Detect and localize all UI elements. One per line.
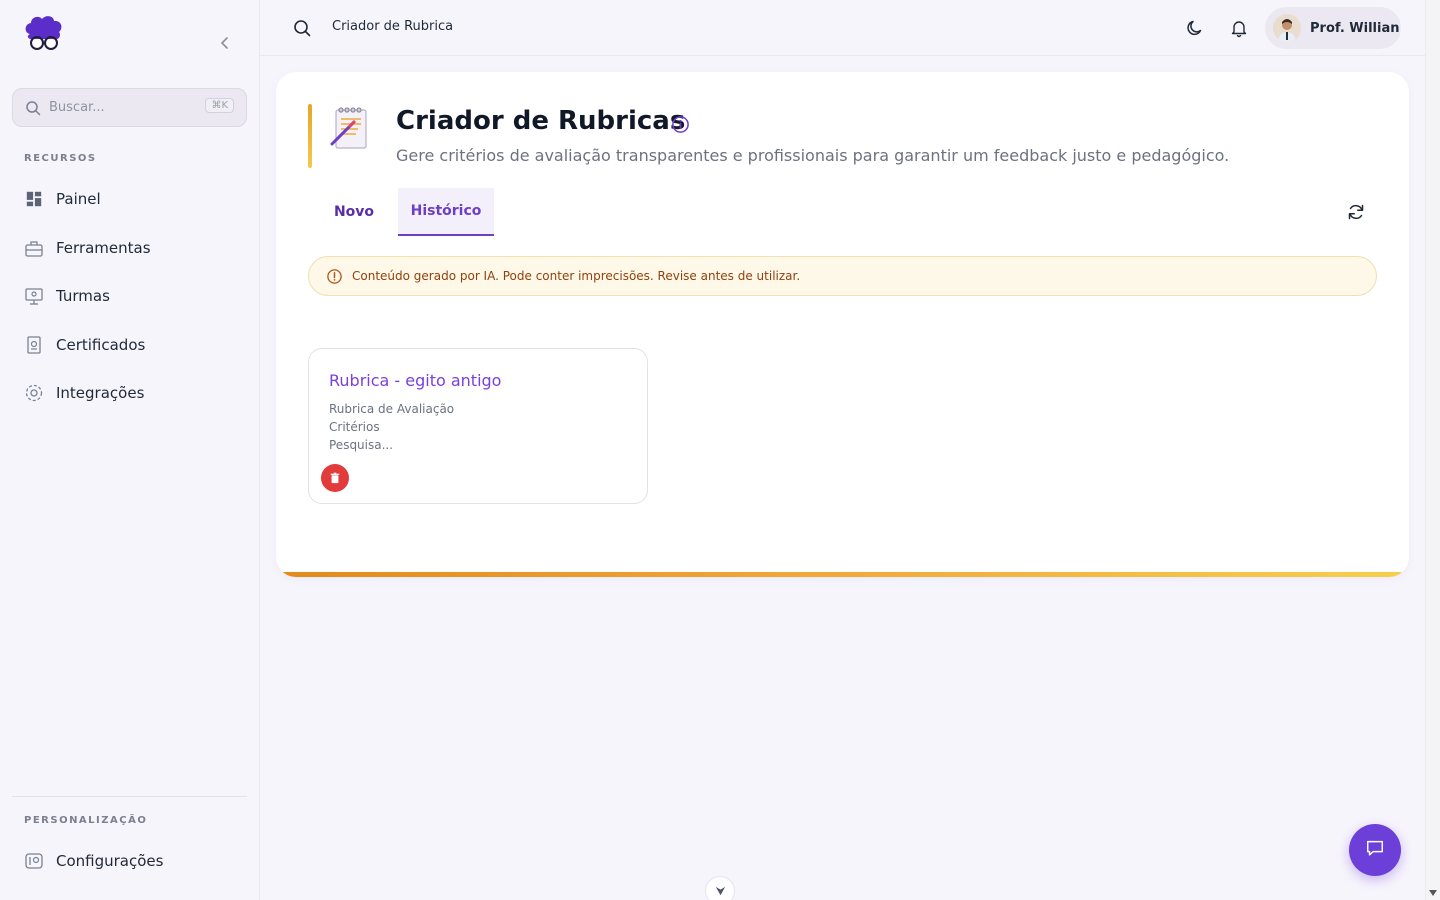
user-name: Prof. Willian	[1310, 20, 1400, 36]
shortcut-badge: ⌘K	[205, 98, 234, 113]
history-card-line: Rubrica de Avaliação	[329, 402, 455, 416]
refresh-icon[interactable]	[1346, 202, 1366, 222]
sidebar-item-certificados[interactable]: Certificados	[12, 325, 247, 365]
rubric-notepad-icon	[328, 104, 372, 152]
tab-novo[interactable]: Novo	[326, 188, 382, 236]
tab-historico[interactable]: Histórico	[398, 188, 494, 236]
settings-icon	[24, 851, 44, 871]
sidebar-search-input[interactable]	[49, 100, 189, 115]
brain-logo-icon[interactable]	[22, 14, 66, 52]
sidebar-divider	[12, 796, 247, 797]
page-scrollbar[interactable]	[1425, 0, 1440, 900]
sidebar-item-label: Ferramentas	[56, 239, 151, 257]
info-icon[interactable]	[671, 115, 690, 134]
trash-icon	[329, 469, 341, 488]
scroll-down-arrow-icon[interactable]	[1429, 890, 1437, 896]
sidebar-item-label: Certificados	[56, 336, 146, 354]
main-card: Criador de Rubricas Gere critérios de av…	[276, 72, 1409, 577]
avatar	[1273, 14, 1301, 42]
alert-circle-icon	[326, 268, 343, 285]
ai-warning-banner: Conteúdo gerado por IA. Pode conter impr…	[308, 256, 1377, 296]
title-accent-bar	[308, 104, 312, 168]
page-subtitle: Gere critérios de avaliação transparente…	[396, 146, 1230, 165]
sidebar-item-turmas[interactable]: Turmas	[12, 276, 247, 316]
history-card-line: Critérios	[329, 420, 380, 434]
search-icon	[25, 100, 41, 116]
sidebar: ⌘K RECURSOS Painel Ferramentas Turmas Ce…	[0, 0, 260, 900]
classroom-icon	[24, 286, 44, 306]
search-icon[interactable]	[292, 18, 312, 38]
sidebar-item-painel[interactable]: Painel	[12, 179, 247, 219]
history-card-line: Pesquisa...	[329, 438, 394, 452]
sidebar-item-label: Painel	[56, 190, 101, 208]
history-card-title: Rubrica - egito antigo	[329, 371, 502, 390]
card-bottom-accent	[276, 572, 1409, 577]
toolbox-icon	[24, 238, 44, 258]
integrations-icon	[24, 383, 44, 403]
sidebar-item-label: Integrações	[56, 384, 145, 402]
ai-warning-text: Conteúdo gerado por IA. Pode conter impr…	[352, 269, 801, 283]
moon-icon[interactable]	[1185, 18, 1205, 38]
sidebar-item-label: Turmas	[56, 287, 110, 305]
page-title: Criador de Rubricas	[396, 106, 686, 136]
bell-icon[interactable]	[1229, 18, 1249, 38]
dashboard-icon	[24, 189, 44, 209]
chat-icon	[1365, 838, 1385, 862]
section-label-personalization: PERSONALIZAÇÃO	[24, 815, 148, 826]
sidebar-item-configuracoes[interactable]: Configurações	[12, 841, 247, 881]
sidebar-item-label: Configurações	[56, 852, 164, 870]
chevron-left-icon[interactable]	[216, 34, 234, 52]
history-card[interactable]: Rubrica - egito antigo Rubrica de Avalia…	[308, 348, 648, 504]
profile-button[interactable]: Prof. Willian	[1265, 7, 1401, 49]
sidebar-search[interactable]: ⌘K	[12, 88, 247, 127]
delete-button[interactable]	[321, 464, 349, 492]
section-label-resources: RECURSOS	[24, 153, 97, 164]
chat-button[interactable]	[1349, 824, 1401, 876]
sidebar-item-integracoes[interactable]: Integrações	[12, 373, 247, 413]
scroll-down-button[interactable]	[705, 876, 735, 900]
certificate-icon	[24, 335, 44, 355]
chevron-down-icon	[714, 883, 727, 900]
sidebar-item-ferramentas[interactable]: Ferramentas	[12, 228, 247, 268]
topbar-title: Criador de Rubrica	[332, 19, 454, 34]
topbar: Criador de Rubrica Prof. Willian	[260, 0, 1425, 56]
